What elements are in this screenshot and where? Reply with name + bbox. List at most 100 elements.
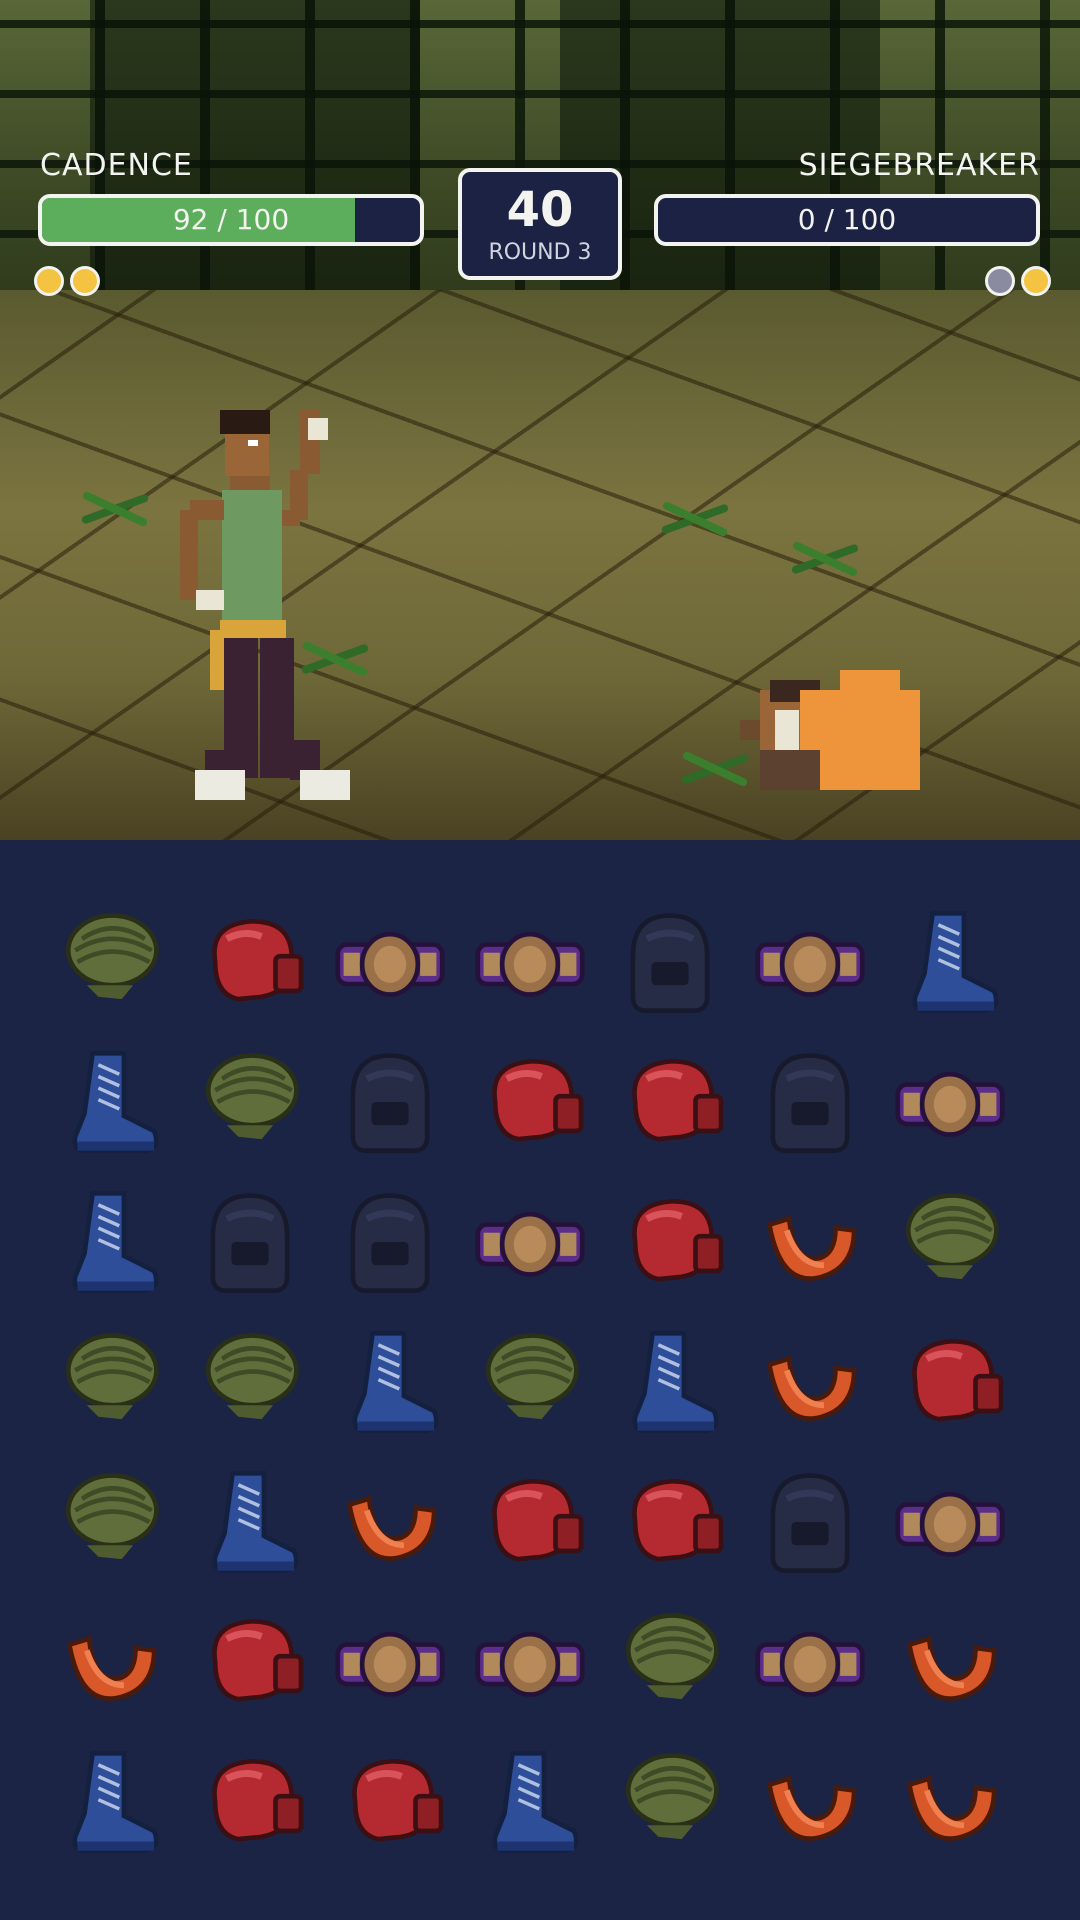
board-tile-guard[interactable] <box>330 1462 450 1582</box>
board-tile-belt[interactable] <box>470 902 590 1022</box>
hand-wraps-icon <box>52 1464 168 1580</box>
boxing-glove-icon <box>192 1604 308 1720</box>
board-tile-glove[interactable] <box>470 1042 590 1162</box>
board-tile-belt[interactable] <box>890 1042 1010 1162</box>
boxing-boot-icon <box>52 1744 168 1860</box>
board-tile-belt[interactable] <box>330 902 450 1022</box>
mouthguard-icon <box>332 1464 448 1580</box>
player-health-text: 92 / 100 <box>172 203 290 236</box>
board-tile-helmet[interactable] <box>750 1042 870 1162</box>
board-tile-boot[interactable] <box>50 1182 170 1302</box>
round-timer: 40 ROUND 3 <box>458 168 622 280</box>
mouthguard-icon <box>752 1324 868 1440</box>
fern-decoration <box>660 500 730 540</box>
hand-wraps-icon <box>612 1744 728 1860</box>
board-tile-wraps[interactable] <box>50 902 170 1022</box>
board-tile-helmet[interactable] <box>750 1462 870 1582</box>
opponent-health-text: 0 / 100 <box>797 203 897 236</box>
championship-belt-icon <box>472 1184 588 1300</box>
board-tile-wraps[interactable] <box>610 1602 730 1722</box>
board-tile-helmet[interactable] <box>330 1182 450 1302</box>
mouthguard-icon <box>752 1184 868 1300</box>
mouthguard-icon <box>752 1744 868 1860</box>
boxing-glove-icon <box>192 904 308 1020</box>
board-tile-glove[interactable] <box>610 1042 730 1162</box>
board-tile-boot[interactable] <box>50 1042 170 1162</box>
boxing-boot-icon <box>612 1324 728 1440</box>
hand-wraps-icon <box>192 1044 308 1160</box>
player-name: CADENCE <box>40 148 193 183</box>
headgear-icon <box>752 1044 868 1160</box>
board-tile-wraps[interactable] <box>190 1042 310 1162</box>
board-tile-helmet[interactable] <box>190 1182 310 1302</box>
board-tile-guard[interactable] <box>750 1182 870 1302</box>
board-tile-wraps[interactable] <box>50 1322 170 1442</box>
boxing-glove-icon <box>612 1044 728 1160</box>
championship-belt-icon <box>472 1604 588 1720</box>
hand-wraps-icon <box>612 1604 728 1720</box>
arena-scene: CADENCE 92 / 100 40 ROUND 3 SIEGEBREAKER… <box>0 0 1080 840</box>
board-tile-guard[interactable] <box>890 1742 1010 1862</box>
board-tile-glove[interactable] <box>890 1322 1010 1442</box>
boxing-boot-icon <box>52 1044 168 1160</box>
board-tile-glove[interactable] <box>470 1462 590 1582</box>
board-tile-guard[interactable] <box>890 1602 1010 1722</box>
fern-decoration <box>790 540 860 580</box>
board-tile-glove[interactable] <box>190 1742 310 1862</box>
opponent-round-indicator <box>985 266 1015 296</box>
board-tile-boot[interactable] <box>610 1322 730 1442</box>
board-tile-belt[interactable] <box>890 1462 1010 1582</box>
match3-board[interactable] <box>0 840 1080 1920</box>
boxing-glove-icon <box>332 1744 448 1860</box>
mouthguard-icon <box>52 1604 168 1720</box>
board-tile-glove[interactable] <box>190 902 310 1022</box>
board-tile-wraps[interactable] <box>50 1462 170 1582</box>
board-tile-guard[interactable] <box>50 1602 170 1722</box>
championship-belt-icon <box>332 1604 448 1720</box>
boxing-glove-icon <box>612 1464 728 1580</box>
board-tile-wraps[interactable] <box>890 1182 1010 1302</box>
board-tile-wraps[interactable] <box>470 1322 590 1442</box>
opponent-health-bar: 0 / 100 <box>654 194 1040 246</box>
player-round-indicator <box>34 266 64 296</box>
boxing-boot-icon <box>332 1324 448 1440</box>
opponent-fighter-knocked-out <box>720 650 940 790</box>
board-tile-glove[interactable] <box>610 1462 730 1582</box>
headgear-icon <box>332 1044 448 1160</box>
board-tile-belt[interactable] <box>750 902 870 1022</box>
boxing-glove-icon <box>892 1324 1008 1440</box>
board-tile-guard[interactable] <box>750 1742 870 1862</box>
board-tile-belt[interactable] <box>470 1182 590 1302</box>
mouthguard-icon <box>892 1744 1008 1860</box>
player-health-bar: 92 / 100 <box>38 194 424 246</box>
boxing-boot-icon <box>892 904 1008 1020</box>
championship-belt-icon <box>752 1604 868 1720</box>
hand-wraps-icon <box>892 1184 1008 1300</box>
board-tile-glove[interactable] <box>610 1182 730 1302</box>
board-tile-guard[interactable] <box>750 1322 870 1442</box>
board-tile-boot[interactable] <box>890 902 1010 1022</box>
board-tile-boot[interactable] <box>470 1742 590 1862</box>
board-tile-helmet[interactable] <box>330 1042 450 1162</box>
board-tile-glove[interactable] <box>190 1602 310 1722</box>
championship-belt-icon <box>752 904 868 1020</box>
board-tile-wraps[interactable] <box>190 1322 310 1442</box>
hand-wraps-icon <box>52 904 168 1020</box>
board-tile-glove[interactable] <box>330 1742 450 1862</box>
board-tile-boot[interactable] <box>190 1462 310 1582</box>
board-tile-boot[interactable] <box>330 1322 450 1442</box>
fern-decoration <box>80 490 150 530</box>
hand-wraps-icon <box>472 1324 588 1440</box>
board-tile-helmet[interactable] <box>610 902 730 1022</box>
championship-belt-icon <box>892 1044 1008 1160</box>
boxing-glove-icon <box>472 1044 588 1160</box>
headgear-icon <box>332 1184 448 1300</box>
championship-belt-icon <box>472 904 588 1020</box>
board-tile-belt[interactable] <box>330 1602 450 1722</box>
headgear-icon <box>612 904 728 1020</box>
boxing-boot-icon <box>192 1464 308 1580</box>
board-tile-belt[interactable] <box>750 1602 870 1722</box>
board-tile-boot[interactable] <box>50 1742 170 1862</box>
board-tile-wraps[interactable] <box>610 1742 730 1862</box>
board-tile-belt[interactable] <box>470 1602 590 1722</box>
